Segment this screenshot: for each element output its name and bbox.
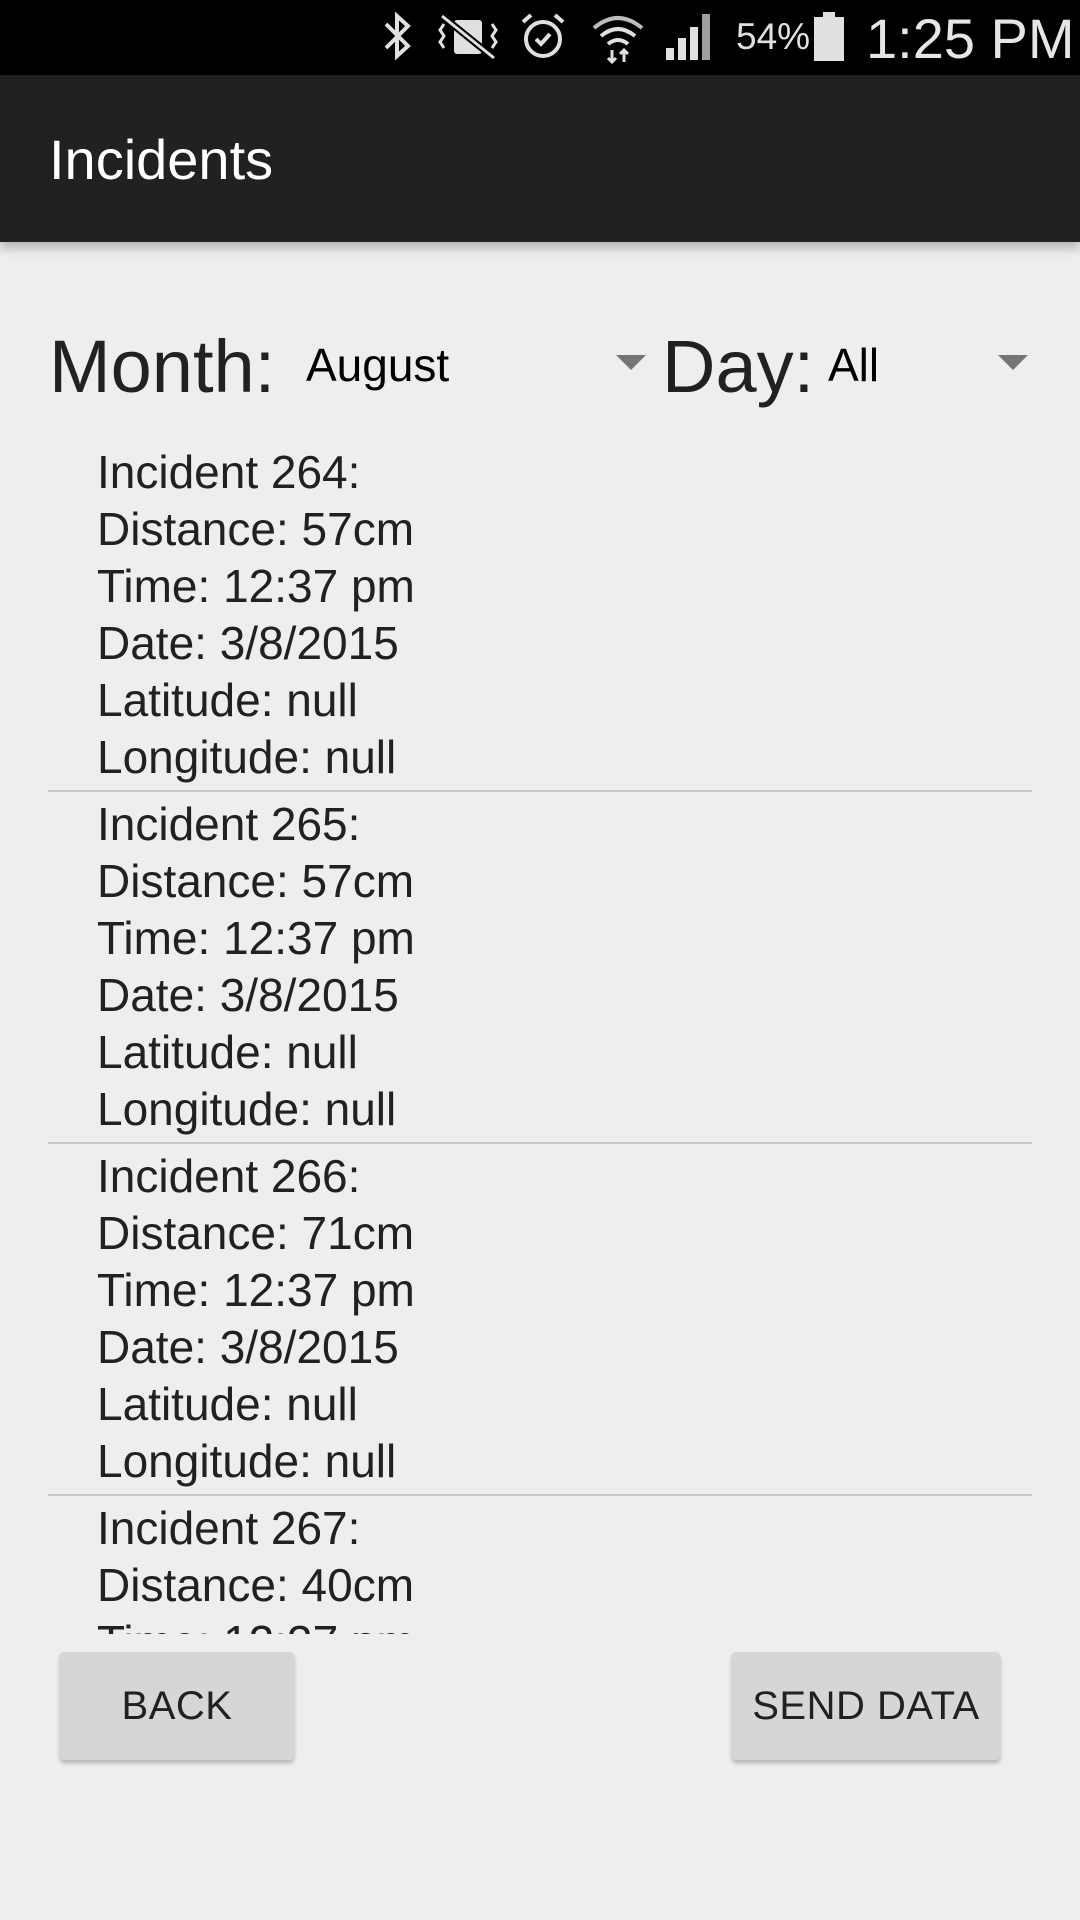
day-spinner-value: All <box>828 339 880 391</box>
filter-row: Month: August Day: All <box>0 320 1080 410</box>
list-item[interactable]: Incident 265: Distance: 57cm Time: 12:37… <box>48 792 1032 1144</box>
incident-distance: Distance: 57cm <box>97 503 415 555</box>
incident-latitude: Latitude: null <box>97 1026 358 1078</box>
incident-latitude: Latitude: null <box>97 674 358 726</box>
app-bar: Incidents <box>0 75 1080 242</box>
incident-latitude: Latitude: null <box>97 1378 358 1430</box>
list-item[interactable]: Incident 264: Distance: 57cm Time: 12:37… <box>48 440 1032 792</box>
alarm-icon <box>517 10 569 67</box>
battery-icon <box>812 10 846 69</box>
incident-longitude: Longitude: null <box>97 731 397 783</box>
battery-percent: 54% <box>736 16 811 57</box>
month-spinner-value: August <box>306 339 450 391</box>
incident-time: Time: 12:37 pm <box>97 1614 1032 1634</box>
incident-date: Date: 3/8/2015 <box>97 1321 399 1373</box>
incident-distance: Distance: 71cm <box>97 1207 415 1259</box>
wifi-icon <box>590 10 646 71</box>
incident-list[interactable]: Incident 264: Distance: 57cm Time: 12:37… <box>48 440 1032 1634</box>
incident-time: Time: 12:37 pm <box>97 560 415 612</box>
incident-distance: Distance: 57cm <box>97 855 415 907</box>
incident-longitude: Longitude: null <box>97 1083 397 1135</box>
incident-header: Incident 265: <box>97 798 361 850</box>
incident-header: Incident 264: <box>97 446 361 498</box>
back-button[interactable]: BACK <box>60 1652 294 1760</box>
signal-icon <box>664 10 716 67</box>
incident-header: Incident 267: <box>97 1502 361 1554</box>
list-item[interactable]: Incident 267: Distance: 40cm Time: 12:37… <box>48 1496 1032 1634</box>
status-clock: 1:25 PM <box>866 7 1075 70</box>
incident-time: Time: 12:37 pm <box>97 912 415 964</box>
list-item[interactable]: Incident 266: Distance: 71cm Time: 12:37… <box>48 1144 1032 1496</box>
status-bar: 54% 1:25 PM <box>0 0 1080 75</box>
incident-longitude: Longitude: null <box>97 1435 397 1487</box>
incident-date: Date: 3/8/2015 <box>97 617 399 669</box>
vibrate-mute-icon <box>432 10 504 67</box>
chevron-down-icon <box>616 355 646 370</box>
incident-distance: Distance: 40cm <box>97 1559 415 1611</box>
month-label: Month: <box>49 325 276 408</box>
bluetooth-icon <box>378 10 418 67</box>
month-spinner[interactable]: August <box>300 320 650 410</box>
incident-header: Incident 266: <box>97 1150 361 1202</box>
chevron-down-icon <box>998 355 1028 370</box>
page-title: Incidents <box>49 128 274 191</box>
day-label: Day: <box>662 325 815 408</box>
send-data-button[interactable]: SEND DATA <box>732 1652 1000 1760</box>
incident-time: Time: 12:37 pm <box>97 1264 415 1316</box>
incident-date: Date: 3/8/2015 <box>97 969 399 1021</box>
day-spinner[interactable]: All <box>822 320 1032 410</box>
